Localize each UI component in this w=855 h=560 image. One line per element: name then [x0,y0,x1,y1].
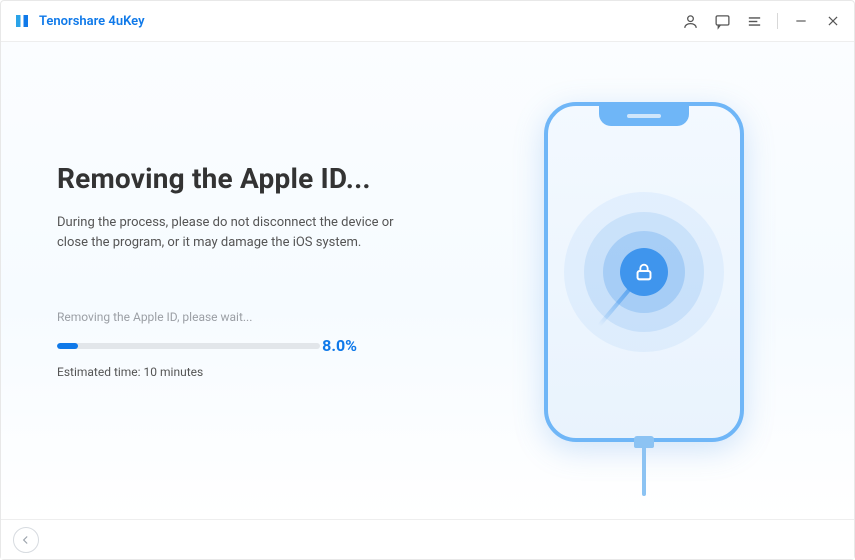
back-button[interactable] [13,527,39,553]
instruction-block: Removing the Apple ID... During the proc… [57,162,437,253]
progress-percent: 8.0% [322,336,357,355]
page-title: Removing the Apple ID... [57,162,437,195]
phone-illustration [544,102,754,502]
estimated-time: Estimated time: 10 minutes [57,365,357,379]
menu-icon[interactable] [745,12,763,30]
minimize-button[interactable] [792,12,810,30]
app-window: Tenorshare 4uKey [0,0,855,560]
progress-status: Removing the Apple ID, please wait... [57,310,357,324]
footer [1,519,854,559]
close-button[interactable] [824,12,842,30]
lock-icon [620,248,668,296]
usb-cable-icon [614,436,674,496]
feedback-icon[interactable] [713,12,731,30]
page-description: During the process, please do not discon… [57,213,397,253]
titlebar-controls [681,12,842,30]
account-icon[interactable] [681,12,699,30]
progress-block: Removing the Apple ID, please wait... 8.… [57,310,357,379]
phone-notch [599,106,689,126]
progress-bar-fill [57,343,78,349]
brand-name: Tenorshare 4uKey [39,14,145,29]
titlebar-divider [777,13,778,29]
titlebar: Tenorshare 4uKey [1,1,854,41]
brand-logo-icon [13,12,31,30]
phone-outline [544,102,744,442]
brand: Tenorshare 4uKey [13,12,145,30]
progress-bar [57,343,320,349]
main-panel: Removing the Apple ID... During the proc… [1,41,854,519]
